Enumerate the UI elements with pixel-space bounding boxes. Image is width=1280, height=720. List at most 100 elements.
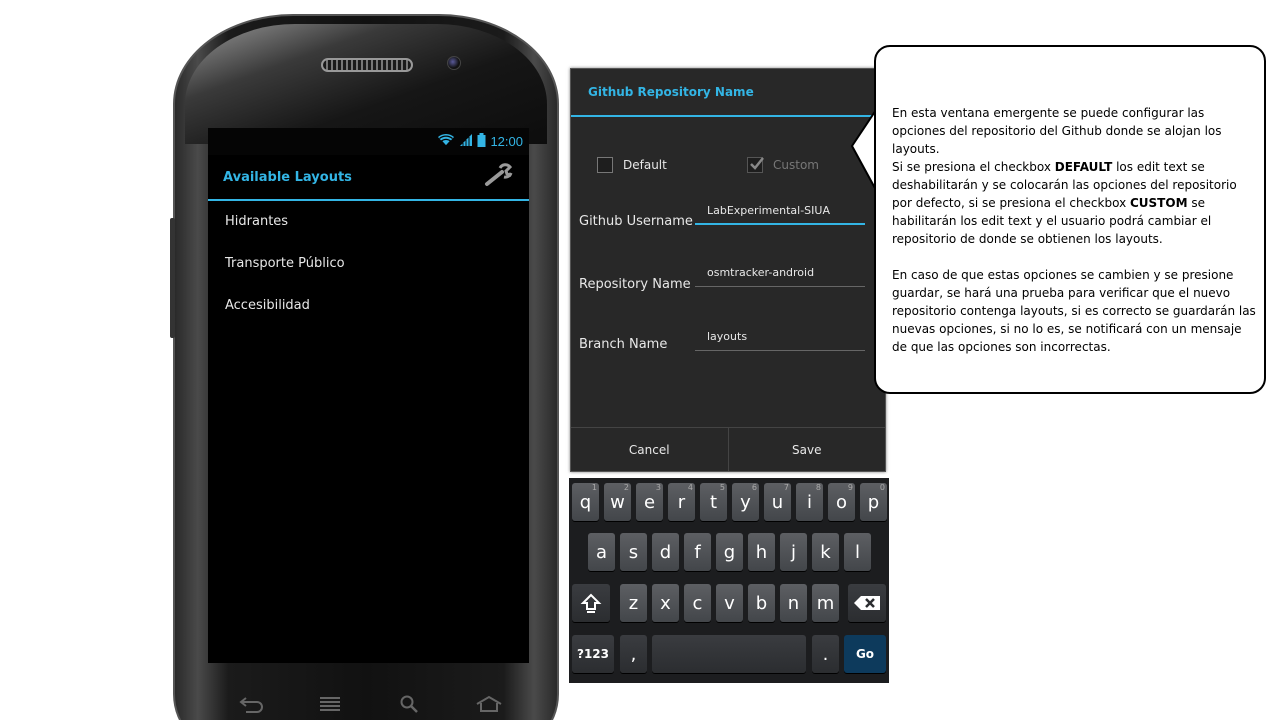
key-b[interactable]: b xyxy=(748,584,775,622)
username-row: Github Username xyxy=(571,197,887,243)
key-number-hint: 2 xyxy=(623,483,629,492)
default-checkbox-label: Default xyxy=(623,158,667,172)
username-label: Github Username xyxy=(579,214,693,229)
list-item[interactable]: Accesibilidad xyxy=(208,285,529,327)
key-m[interactable]: m xyxy=(812,584,839,622)
key-e[interactable]: e3 xyxy=(636,483,663,521)
space-key[interactable] xyxy=(652,635,806,673)
cancel-button[interactable]: Cancel xyxy=(571,428,728,471)
key-q[interactable]: q1 xyxy=(572,483,599,521)
key-label: y xyxy=(740,491,751,513)
key-o[interactable]: o9 xyxy=(828,483,855,521)
key-a[interactable]: a xyxy=(588,533,615,571)
front-camera xyxy=(447,56,461,70)
key-t[interactable]: t5 xyxy=(700,483,727,521)
checkmark-icon xyxy=(750,157,764,170)
key-label: w xyxy=(610,491,625,513)
battery-icon xyxy=(477,133,486,150)
key-label: t xyxy=(709,491,718,513)
comma-key[interactable]: , xyxy=(620,635,647,673)
branch-input[interactable] xyxy=(695,323,865,351)
key-number-hint: 6 xyxy=(751,483,757,492)
volume-button xyxy=(170,218,175,338)
key-label: p xyxy=(867,491,880,513)
key-number-hint: 1 xyxy=(591,483,597,492)
callout-text-default-intro: Si se presiona el checkbox xyxy=(892,160,1055,174)
status-bar: 12:00 xyxy=(208,128,529,155)
default-checkbox[interactable] xyxy=(597,157,613,173)
page-title: Available Layouts xyxy=(223,169,352,185)
key-number-hint: 7 xyxy=(783,483,789,492)
key-number-hint: 9 xyxy=(847,483,853,492)
key-r[interactable]: r4 xyxy=(668,483,695,521)
phone-top-bezel xyxy=(185,24,547,144)
callout-paragraph-2: En caso de que estas opciones se cambien… xyxy=(892,268,1256,354)
key-label: q xyxy=(579,491,592,513)
wifi-icon xyxy=(437,133,455,150)
repository-label: Repository Name xyxy=(579,277,691,292)
phone-frame: 12:00 Available Layouts Hidrantes Transp… xyxy=(170,14,559,720)
key-number-hint: 3 xyxy=(655,483,661,492)
layout-list: Hidrantes Transporte Público Accesibilid… xyxy=(208,201,529,327)
username-input[interactable] xyxy=(695,197,865,225)
key-u[interactable]: u7 xyxy=(764,483,791,521)
home-icon[interactable] xyxy=(473,692,505,716)
checkbox-row: Default Custom xyxy=(597,157,877,173)
callout-text-intro: En esta ventana emergente se puede confi… xyxy=(892,106,1222,156)
backspace-key[interactable] xyxy=(848,584,886,622)
key-k[interactable]: k xyxy=(812,533,839,571)
key-d[interactable]: d xyxy=(652,533,679,571)
list-item[interactable]: Hidrantes xyxy=(208,201,529,243)
keyboard-row-2: a s d f g h j k l xyxy=(569,533,889,573)
custom-option: Custom xyxy=(747,157,819,173)
symbols-key[interactable]: ?123 xyxy=(572,635,614,673)
key-v[interactable]: v xyxy=(716,584,743,622)
key-label: e xyxy=(643,491,656,513)
shift-key[interactable] xyxy=(572,584,610,622)
key-i[interactable]: i8 xyxy=(796,483,823,521)
wrench-icon[interactable] xyxy=(483,162,513,192)
menu-icon[interactable] xyxy=(314,692,346,716)
callout-paragraph-1: En esta ventana emergente se puede confi… xyxy=(892,104,1258,248)
branch-row: Branch Name xyxy=(571,323,887,367)
navigation-bar xyxy=(235,692,505,716)
key-l[interactable]: l xyxy=(844,533,871,571)
save-button[interactable]: Save xyxy=(727,428,886,471)
key-number-hint: 8 xyxy=(815,483,821,492)
key-j[interactable]: j xyxy=(780,533,807,571)
go-key[interactable]: Go xyxy=(844,635,886,673)
key-label: i xyxy=(806,491,812,513)
key-label: r xyxy=(677,491,686,513)
key-p[interactable]: p0 xyxy=(860,483,887,521)
key-label: u xyxy=(771,491,784,513)
keyboard-row-1: q1 w2 e3 r4 t5 y6 u7 i8 o9 p0 xyxy=(569,483,889,523)
dialog-title: Github Repository Name xyxy=(571,69,885,117)
keyboard-row-4: ?123 , . Go xyxy=(569,635,889,675)
callout-custom-keyword: CUSTOM xyxy=(1129,196,1188,210)
key-x[interactable]: x xyxy=(652,584,679,622)
keyboard-row-3: z x c v b n m xyxy=(569,584,889,624)
repository-input[interactable] xyxy=(695,259,865,287)
custom-checkbox[interactable] xyxy=(747,157,764,173)
key-f[interactable]: f xyxy=(684,533,711,571)
period-key[interactable]: . xyxy=(812,635,839,673)
dialog-button-bar: Cancel Save xyxy=(571,427,885,471)
key-number-hint: 0 xyxy=(879,483,885,492)
explanation-callout: En esta ventana emergente se puede confi… xyxy=(874,45,1266,394)
repository-dialog: Github Repository Name Default Custom Gi… xyxy=(570,68,886,472)
key-w[interactable]: w2 xyxy=(604,483,631,521)
key-g[interactable]: g xyxy=(716,533,743,571)
key-s[interactable]: s xyxy=(620,533,647,571)
key-c[interactable]: c xyxy=(684,584,711,622)
callout-default-keyword: DEFAULT xyxy=(1054,160,1113,174)
list-item[interactable]: Transporte Público xyxy=(208,243,529,285)
key-y[interactable]: y6 xyxy=(732,483,759,521)
key-n[interactable]: n xyxy=(780,584,807,622)
key-h[interactable]: h xyxy=(748,533,775,571)
phone-screen: 12:00 Available Layouts Hidrantes Transp… xyxy=(208,128,529,663)
back-icon[interactable] xyxy=(235,692,267,716)
key-z[interactable]: z xyxy=(620,584,647,622)
callout-text: En esta ventana emergente se puede confi… xyxy=(892,104,1258,374)
search-icon[interactable] xyxy=(394,692,426,716)
custom-checkbox-label: Custom xyxy=(773,158,819,172)
